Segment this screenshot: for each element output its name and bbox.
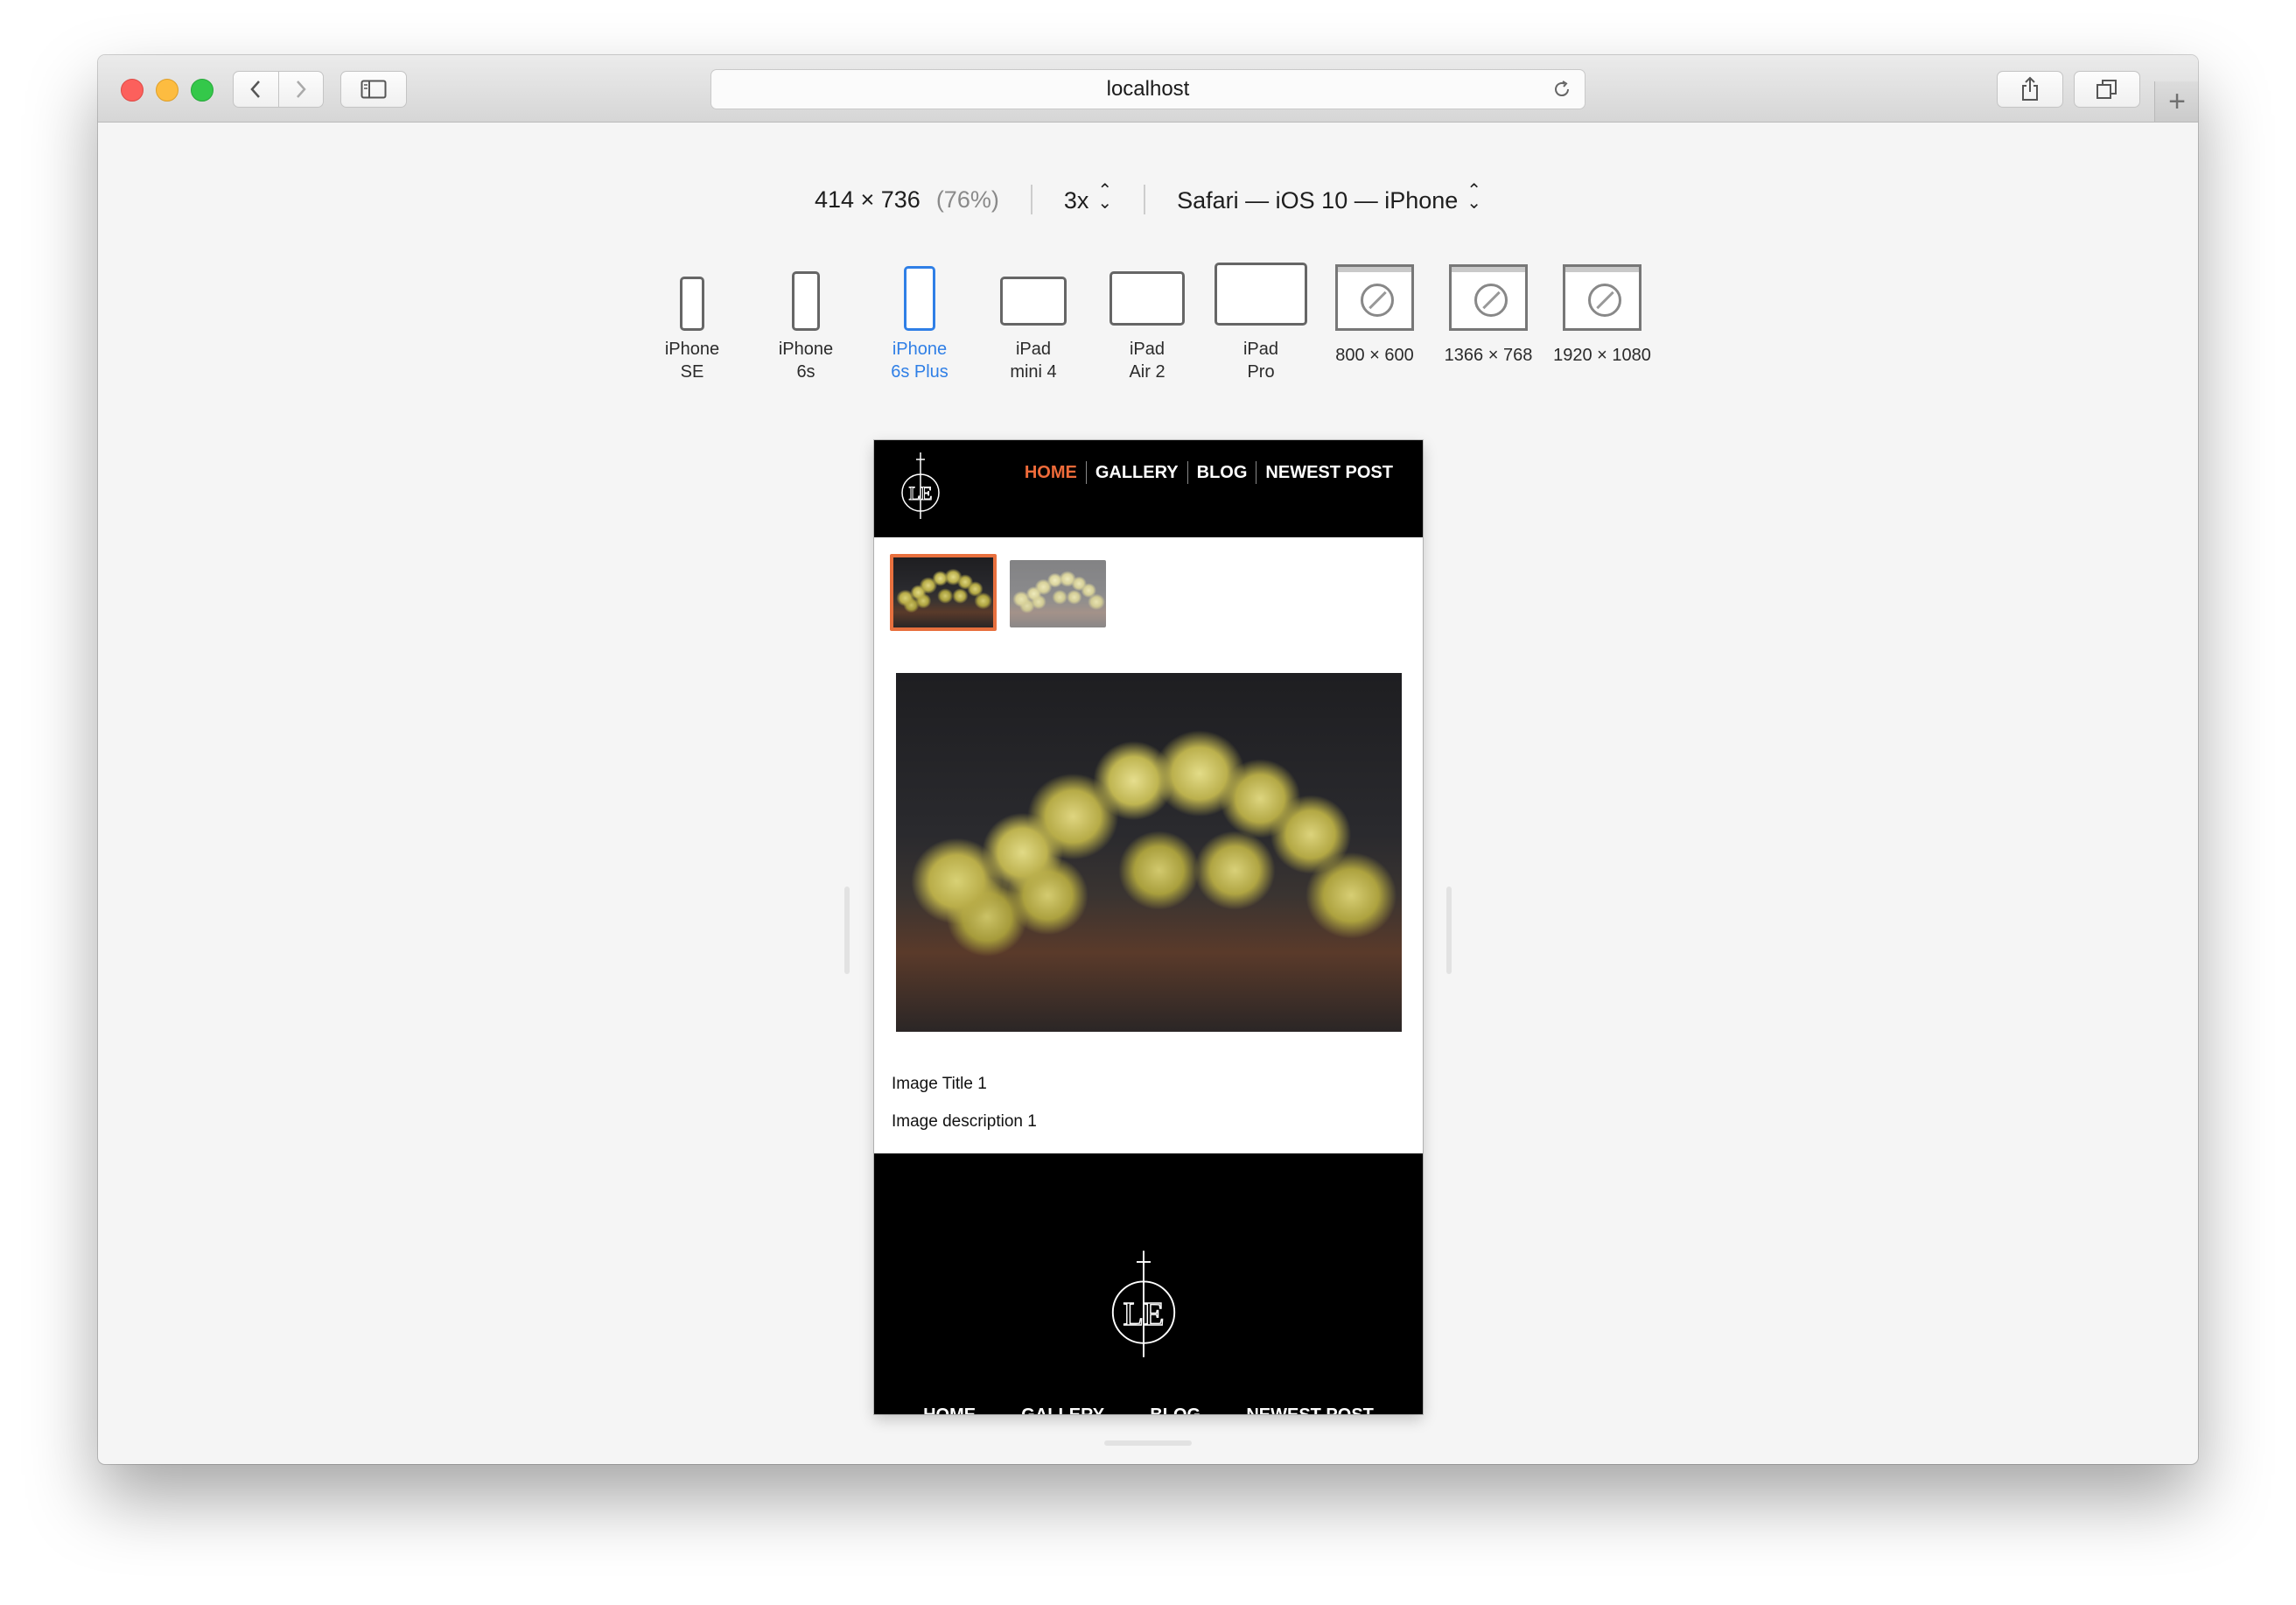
device-label: iPad Air 2 xyxy=(1129,340,1166,382)
safari-window-icon xyxy=(1449,264,1528,331)
nav-blog[interactable]: BLOG xyxy=(1188,463,1256,483)
safari-window-icon xyxy=(1335,264,1414,331)
show-tabs-button[interactable] xyxy=(2074,71,2140,108)
device-iphone-6s-plus[interactable]: iPhone 6s Plus xyxy=(858,261,981,383)
device-ipad-pro[interactable]: iPad Pro xyxy=(1200,261,1322,383)
reload-icon[interactable] xyxy=(1551,79,1572,100)
device-label: 800 × 600 xyxy=(1335,346,1414,365)
zoom-window-button[interactable] xyxy=(191,79,214,102)
sidebar-toggle-button[interactable] xyxy=(340,71,407,108)
orchid-image xyxy=(1010,560,1106,627)
chevron-left-icon xyxy=(250,81,261,98)
device-iphone-6s[interactable]: iPhone 6s xyxy=(745,261,867,383)
device-label: iPhone SE xyxy=(664,340,720,382)
emulated-viewport: LE HOME GALLERY BLOG NEWEST POST Image T… xyxy=(874,440,1423,1414)
footer-nav-blog[interactable]: BLOG xyxy=(1150,1405,1200,1414)
device-label: 1920 × 1080 xyxy=(1553,346,1651,365)
new-tab-button[interactable]: + xyxy=(2154,81,2198,122)
device-ipad-mini-4[interactable]: iPad mini 4 xyxy=(972,261,1095,383)
viewport-resize-handle-left[interactable] xyxy=(844,887,850,974)
up-down-chevron-icon: ⌃ ⌄ xyxy=(1097,181,1113,213)
compass-icon xyxy=(1588,284,1621,317)
title-bar: localhost + xyxy=(98,55,2198,123)
user-agent-select[interactable]: Safari — iOS 10 — iPhone ⌃ ⌄ xyxy=(1177,181,1482,214)
phone-icon xyxy=(680,277,704,331)
browser-window: localhost + 414 × 736 (76%) 3x ⌃ ⌄ Safari … xyxy=(98,55,2198,1464)
forward-button[interactable] xyxy=(277,72,324,107)
tabs-icon xyxy=(2096,80,2117,99)
device-label: 1366 × 768 xyxy=(1444,346,1533,365)
orchid-image xyxy=(893,557,993,627)
device-label: iPhone 6s xyxy=(778,340,834,382)
nav-gallery[interactable]: GALLERY xyxy=(1087,463,1187,483)
device-ipad-air-2[interactable]: iPad Air 2 xyxy=(1086,261,1208,383)
up-down-chevron-icon: ⌃ ⌄ xyxy=(1466,181,1482,213)
nav-newest-post[interactable]: NEWEST POST xyxy=(1256,463,1402,483)
main-nav: HOME GALLERY BLOG NEWEST POST xyxy=(1016,461,1402,484)
divider xyxy=(1030,185,1032,214)
orchid-image xyxy=(896,673,1402,1032)
tablet-icon xyxy=(1214,263,1307,326)
svg-text:LE: LE xyxy=(1124,1296,1165,1333)
svg-text:LE: LE xyxy=(909,482,933,504)
gallery-thumbnail[interactable] xyxy=(1010,560,1106,627)
user-agent-value: Safari — iOS 10 — iPhone xyxy=(1177,187,1459,214)
address-text: localhost xyxy=(1106,77,1190,101)
zoom-level: (76%) xyxy=(935,186,999,213)
share-icon xyxy=(2022,76,2038,101)
footer-logo[interactable]: LE xyxy=(1109,1248,1179,1360)
site-logo[interactable]: LE xyxy=(899,451,942,521)
compass-icon xyxy=(1361,284,1394,317)
site-footer: LE HOME GALLERY BLOG NEWEST POST xyxy=(874,1153,1423,1414)
viewport-resize-handle-bottom[interactable] xyxy=(1104,1440,1192,1446)
share-button[interactable] xyxy=(1997,71,2063,108)
tablet-icon xyxy=(1110,271,1185,326)
safari-window-icon xyxy=(1563,264,1642,331)
compass-icon xyxy=(1474,284,1508,317)
footer-nav-home[interactable]: HOME xyxy=(923,1405,976,1414)
image-description: Image description 1 xyxy=(892,1112,1037,1131)
chevron-right-icon xyxy=(296,81,306,98)
history-navigation xyxy=(233,71,324,108)
site-header: LE HOME GALLERY BLOG NEWEST POST xyxy=(874,440,1423,537)
pixel-ratio-select[interactable]: 3x ⌃ ⌄ xyxy=(1063,181,1113,214)
image-title: Image Title 1 xyxy=(892,1075,987,1093)
device-label: iPhone 6s Plus xyxy=(891,340,948,382)
back-button[interactable] xyxy=(234,72,278,107)
sidebar-icon xyxy=(360,80,387,99)
phone-icon xyxy=(792,271,820,331)
footer-nav: HOME GALLERY BLOG NEWEST POST xyxy=(874,1405,1423,1414)
phone-icon xyxy=(904,266,935,331)
pixel-ratio-value: 3x xyxy=(1063,187,1089,214)
tablet-icon xyxy=(1000,277,1067,326)
close-window-button[interactable] xyxy=(121,79,144,102)
viewport-size: 414 × 736 xyxy=(814,186,920,213)
footer-nav-newest-post[interactable]: NEWEST POST xyxy=(1246,1405,1374,1414)
device-label: iPad mini 4 xyxy=(1010,340,1057,382)
main-image[interactable] xyxy=(896,673,1402,1032)
gallery-thumbnail-selected[interactable] xyxy=(890,554,997,631)
device-label: iPad Pro xyxy=(1242,340,1279,382)
footer-nav-gallery[interactable]: GALLERY xyxy=(1021,1405,1104,1414)
viewport-resize-handle-right[interactable] xyxy=(1446,887,1452,974)
divider xyxy=(1144,185,1146,214)
nav-home[interactable]: HOME xyxy=(1016,463,1086,483)
responsive-design-info-bar: 414 × 736 (76%) 3x ⌃ ⌄ Safari — iOS 10 — i… xyxy=(98,181,2198,214)
minimize-window-button[interactable] xyxy=(156,79,178,102)
device-1366x768[interactable]: 1366 × 768 xyxy=(1427,261,1550,367)
device-1920x1080[interactable]: 1920 × 1080 xyxy=(1541,261,1663,367)
address-bar[interactable]: localhost xyxy=(710,69,1586,109)
device-iphone-se[interactable]: iPhone SE xyxy=(631,261,753,383)
device-800x600[interactable]: 800 × 600 xyxy=(1313,261,1436,367)
